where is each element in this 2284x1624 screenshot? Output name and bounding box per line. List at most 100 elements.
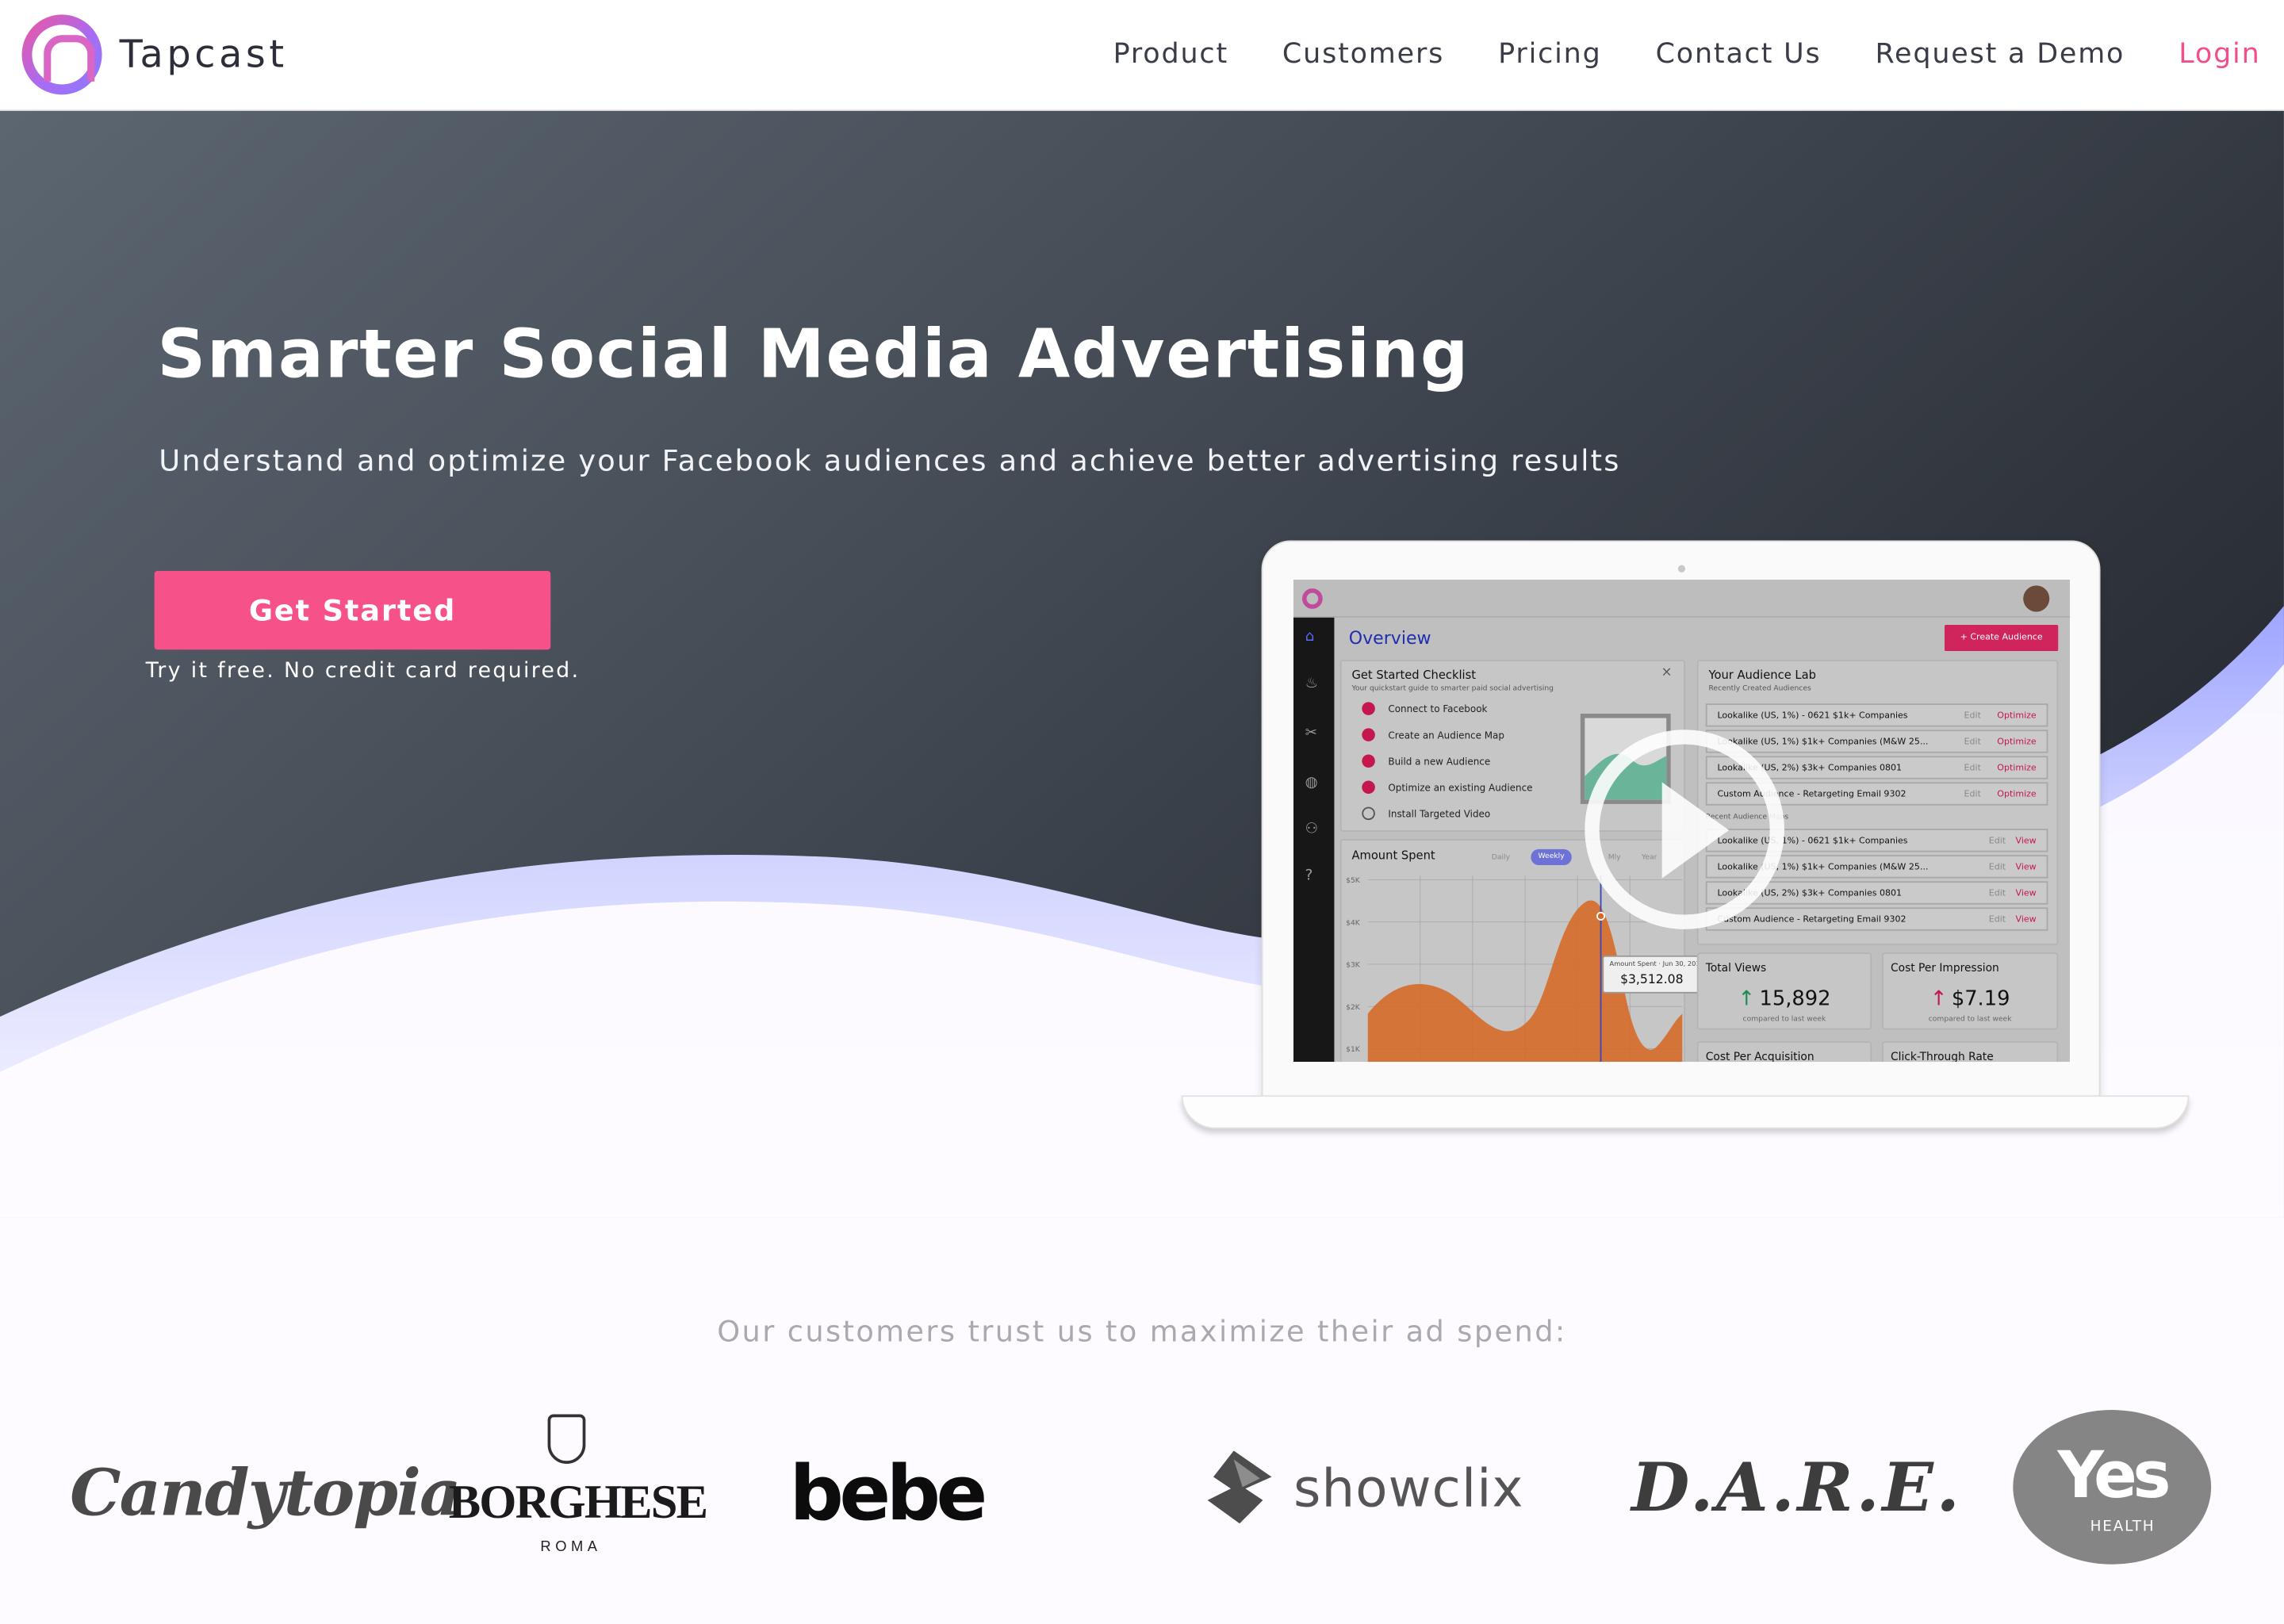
hero-title: Smarter Social Media Advertising [157, 314, 1470, 393]
audience-row: Lookalike (US, 1%) - 0621 $1k+ Companies… [1705, 703, 2048, 727]
nav-pricing[interactable]: Pricing [1498, 38, 1601, 70]
app-topbar [1293, 580, 2070, 618]
home-icon: ⌂ [1305, 629, 1315, 645]
checklist-subtitle: Your quickstart guide to smarter paid so… [1351, 684, 1554, 694]
nav-request-demo[interactable]: Request a Demo [1876, 38, 2125, 70]
scissors-icon: ✂ [1305, 725, 1318, 741]
edit-link: Edit [1964, 737, 1981, 748]
check-icon [1362, 780, 1375, 795]
stat-caption: compared to last week [1742, 1015, 1826, 1025]
app-sidebar: ⌂ ♨ ✂ ◍ ⚇ ? [1293, 617, 1335, 1063]
candytopia-logo: Candytopia [70, 1456, 461, 1531]
create-audience-button: + Create Audience [1944, 624, 2059, 652]
tapcast-logo-icon [21, 14, 102, 95]
y-tick-label: $2K [1346, 1003, 1360, 1013]
unchecked-icon [1362, 806, 1375, 821]
optimize-link: Optimize [1997, 763, 2037, 774]
stat-card-cost-per-impression: Cost Per Impression ↑ $7.19 compared to l… [1882, 952, 2059, 1030]
play-video-icon[interactable] [1585, 730, 1784, 929]
edit-link: Edit [1988, 914, 2006, 925]
arrow-up-icon: ↑ [1930, 987, 1948, 1011]
audience-name: Lookalike (US, 1%) $1k+ Companies (M&W 2… [1717, 737, 1929, 748]
optimize-link: Optimize [1997, 737, 2037, 748]
navbar: Tapcast Product Customers Pricing Contac… [0, 0, 2284, 111]
amount-spent-title: Amount Spent [1351, 848, 1435, 863]
brand-name: Tapcast [119, 33, 288, 77]
stat-caption: compared to last week [1928, 1015, 2012, 1025]
checklist-item-label: Install Targeted Video [1388, 807, 1491, 820]
stat-title: Total Views [1705, 961, 1767, 975]
borghese-logo: BORGHESE [448, 1477, 708, 1530]
tooltip-value: $3,512.08 [1620, 972, 1684, 988]
checklist-item-label: Optimize an existing Audience [1388, 781, 1533, 794]
checklist-item-label: Build a new Audience [1388, 755, 1491, 768]
borghese-crest-icon [547, 1414, 586, 1464]
tab-daily: Daily [1491, 853, 1511, 863]
bebe-logo: bebe [789, 1450, 987, 1538]
checklist-title: Get Started Checklist [1351, 668, 1477, 682]
avatar [2023, 585, 2050, 612]
stat-card-total-views: Total Views ↑ 15,892 compared to last wee… [1696, 952, 1872, 1030]
optimize-link: Optimize [1997, 789, 2037, 800]
edit-link: Edit [1964, 789, 1981, 800]
audience-row: Lookalike (US, 1%) $1k+ Companies (M&W 2… [1705, 730, 2048, 753]
y-tick-label: $1K [1346, 1045, 1360, 1055]
globe-icon: ◍ [1305, 775, 1318, 791]
borghese-logo-sub: ROMA [540, 1539, 602, 1556]
checklist-item: Connect to Facebook [1362, 702, 1487, 715]
stat-title: Click-Through Rate [1891, 1050, 1994, 1063]
checklist-item-label: Create an Audience Map [1388, 729, 1504, 741]
map-row: Custom Audience - Retargeting Email 9302… [1705, 907, 2048, 931]
stat-value: ↑ $7.19 [1884, 987, 2057, 1010]
tooltip-label: Amount Spent · Jun 30, 2018 [1609, 961, 1704, 969]
tab-weekly: Weekly [1531, 848, 1572, 866]
check-icon [1362, 754, 1375, 768]
y-tick-label: $4K [1346, 919, 1360, 929]
stat-number: $7.19 [1951, 987, 2010, 1011]
map-name: Custom Audience - Retargeting Email 9302 [1717, 914, 1907, 925]
app-logo-icon [1302, 588, 1323, 609]
edit-link: Edit [1988, 862, 2006, 873]
view-link: View [2015, 862, 2037, 873]
recent-audiences-label: Recently Created Audiences [1708, 684, 1811, 694]
cta-note: Try it free. No credit card required. [145, 660, 581, 684]
check-icon [1362, 702, 1375, 715]
edit-link: Edit [1964, 763, 1981, 774]
yes-health-logo-sub: HEALTH [2090, 1519, 2156, 1535]
brand[interactable]: Tapcast [21, 14, 288, 95]
arrow-up-icon: ↑ [1738, 987, 1755, 1011]
checklist-item: Install Targeted Video [1362, 806, 1491, 821]
view-link: View [2015, 914, 2037, 925]
check-icon [1362, 728, 1375, 741]
nav-login[interactable]: Login [2179, 38, 2260, 70]
laptop-base [1181, 1095, 2190, 1129]
stat-card-click-through-rate: Click-Through Rate [1882, 1041, 2059, 1063]
optimize-link: Optimize [1997, 710, 2037, 722]
overview-title: Overview [1348, 627, 1431, 649]
view-link: View [2015, 836, 2037, 847]
checklist-item-label: Connect to Facebook [1388, 703, 1488, 714]
flame-icon: ♨ [1305, 676, 1319, 692]
chart-tooltip: Amount Spent · Jun 30, 2018 $3,512.08 [1602, 955, 1704, 994]
nav-contact-us[interactable]: Contact Us [1656, 38, 1822, 70]
edit-link: Edit [1964, 710, 1981, 722]
get-started-button[interactable]: Get Started [154, 571, 551, 650]
yes-health-logo: Yes [2057, 1438, 2171, 1514]
main-menu: Product Customers Pricing Contact Us Req… [1113, 38, 2261, 70]
y-tick-label: $3K [1346, 961, 1360, 971]
camera-dot [1677, 565, 1686, 573]
nav-product[interactable]: Product [1113, 38, 1228, 70]
audience-lab-title: Your Audience Lab [1708, 668, 1816, 682]
nav-customers[interactable]: Customers [1282, 38, 1444, 70]
close-icon: × [1661, 665, 1673, 680]
edit-link: Edit [1988, 888, 2006, 899]
edit-link: Edit [1988, 836, 2006, 847]
checklist-item: Create an Audience Map [1362, 728, 1504, 741]
hero-subtitle: Understand and optimize your Facebook au… [159, 442, 1621, 478]
checklist-item: Optimize an existing Audience [1362, 780, 1533, 795]
help-icon: ? [1305, 868, 1313, 884]
stat-number: 15,892 [1759, 987, 1831, 1011]
users-icon: ⚇ [1305, 821, 1319, 838]
stat-value: ↑ 15,892 [1699, 987, 1871, 1010]
view-link: View [2015, 888, 2037, 899]
